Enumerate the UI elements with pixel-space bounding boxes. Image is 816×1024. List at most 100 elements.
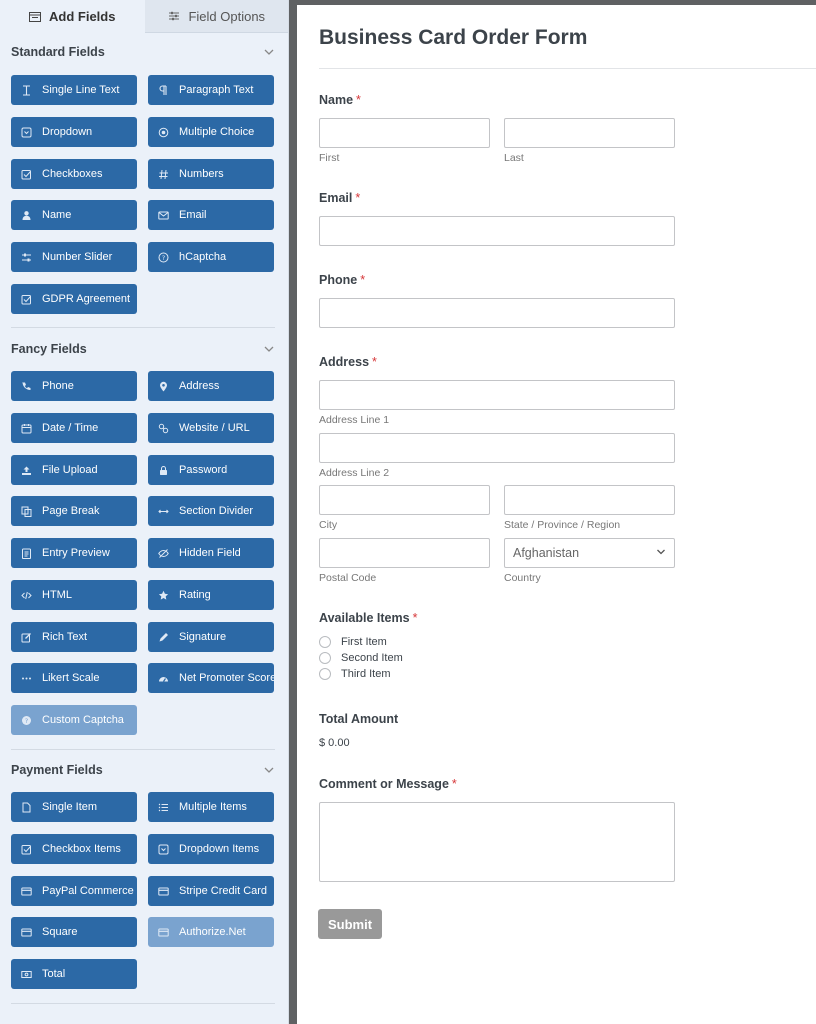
country-select[interactable]: Afghanistan (504, 538, 675, 568)
field-button-label: Multiple Items (179, 801, 247, 813)
field-button-custom-captcha[interactable]: ? Custom Captcha (11, 705, 137, 735)
field-button-multiple-choice[interactable]: Multiple Choice (148, 117, 274, 147)
field-button-label: Stripe Credit Card (179, 885, 268, 897)
hash-icon (158, 169, 169, 180)
question-circle-icon: ? (21, 715, 32, 726)
field-button-single-line-text[interactable]: Single Line Text (11, 75, 137, 105)
email-input[interactable] (319, 216, 675, 246)
field-button-paypal-commerce[interactable]: PayPal Commerce (11, 876, 137, 906)
country-selected-value: Afghanistan (513, 546, 580, 560)
tab-field-options[interactable]: Field Options (144, 0, 288, 33)
field-button-label: Hidden Field (179, 547, 241, 559)
checkbox-icon (21, 844, 32, 855)
list-icon (158, 802, 169, 813)
field-button-stripe-credit-card[interactable]: Stripe Credit Card (148, 876, 274, 906)
radio-button[interactable] (319, 636, 331, 648)
field-button-phone[interactable]: Phone (11, 371, 137, 401)
field-button-entry-preview[interactable]: Entry Preview (11, 538, 137, 568)
edit-icon (21, 632, 32, 643)
field-button-signature[interactable]: Signature (148, 622, 274, 652)
address-line2-input[interactable] (319, 433, 675, 463)
field-button-numbers[interactable]: Numbers (148, 159, 274, 189)
field-button-authorize-net[interactable]: Authorize.Net (148, 917, 274, 947)
required-marker: * (355, 191, 361, 205)
first-name-input[interactable] (319, 118, 490, 148)
radio-button[interactable] (319, 652, 331, 664)
field-button-gdpr-agreement[interactable]: GDPR Agreement (11, 284, 137, 314)
last-name-sublabel: Last (504, 152, 524, 164)
field-button-hidden-field[interactable]: Hidden Field (148, 538, 274, 568)
address-line1-sublabel: Address Line 1 (319, 414, 390, 426)
chevron-down-icon (656, 546, 666, 560)
field-button-html[interactable]: HTML (11, 580, 137, 610)
section-title: Standard Fields (11, 45, 105, 59)
field-button-square[interactable]: Square (11, 917, 137, 947)
field-button-address[interactable]: Address (148, 371, 274, 401)
radio-option-second[interactable]: Second Item (319, 652, 403, 664)
gauge-icon (158, 673, 169, 684)
chevron-down-icon (263, 46, 275, 58)
available-items-label: Available Items * (319, 611, 417, 625)
field-button-date-time[interactable]: Date / Time (11, 413, 137, 443)
comment-textarea[interactable] (319, 802, 675, 882)
field-button-label: Number Slider (42, 251, 113, 263)
field-button-single-item[interactable]: Single Item (11, 792, 137, 822)
field-button-file-upload[interactable]: File Upload (11, 455, 137, 485)
lock-icon (158, 465, 169, 476)
submit-button[interactable]: Submit (318, 909, 382, 939)
radio-button[interactable] (319, 668, 331, 680)
envelope-icon (158, 210, 169, 221)
field-button-label: Website / URL (179, 422, 250, 434)
field-button-total[interactable]: Total (11, 959, 137, 989)
first-name-sublabel: First (319, 152, 340, 164)
field-button-label: Page Break (42, 505, 100, 517)
field-button-multiple-items[interactable]: Multiple Items (148, 792, 274, 822)
field-button-net-promoter-score[interactable]: Net Promoter Score (148, 663, 274, 693)
address-line1-input[interactable] (319, 380, 675, 410)
title-divider (319, 68, 816, 69)
section-header-payment[interactable]: Payment Fields (11, 760, 275, 780)
field-button-email[interactable]: Email (148, 200, 274, 230)
panel-tabs: Add Fields Field Options (0, 0, 288, 33)
radio-option-third[interactable]: Third Item (319, 668, 391, 680)
state-input[interactable] (504, 485, 675, 515)
field-button-dropdown-items[interactable]: Dropdown Items (148, 834, 274, 864)
city-input[interactable] (319, 485, 490, 515)
tab-add-fields[interactable]: Add Fields (0, 0, 145, 33)
field-button-label: HTML (42, 589, 72, 601)
field-button-name[interactable]: Name (11, 200, 137, 230)
phone-input[interactable] (319, 298, 675, 328)
field-button-label: Total (42, 968, 66, 980)
field-button-rich-text[interactable]: Rich Text (11, 622, 137, 652)
field-button-label: Authorize.Net (179, 926, 246, 938)
dropdown-icon (158, 844, 169, 855)
field-button-number-slider[interactable]: Number Slider (11, 242, 137, 272)
radio-label: Third Item (341, 668, 391, 680)
field-button-website-url[interactable]: Website / URL (148, 413, 274, 443)
field-button-hcaptcha[interactable]: ? hCaptcha (148, 242, 274, 272)
field-button-checkboxes[interactable]: Checkboxes (11, 159, 137, 189)
field-button-label: Multiple Choice (179, 126, 255, 138)
field-button-page-break[interactable]: Page Break (11, 496, 137, 526)
field-button-label: Email (179, 209, 207, 221)
section-divider (11, 1003, 275, 1004)
last-name-input[interactable] (504, 118, 675, 148)
required-marker: * (356, 93, 361, 107)
postal-code-sublabel: Postal Code (319, 572, 377, 584)
field-button-password[interactable]: Password (148, 455, 274, 485)
radio-option-first[interactable]: First Item (319, 636, 387, 648)
field-button-label: Single Item (42, 801, 98, 813)
section-header-standard[interactable]: Standard Fields (11, 42, 275, 62)
field-button-label: GDPR Agreement (42, 293, 131, 305)
section-title: Payment Fields (11, 763, 103, 777)
field-button-rating[interactable]: Rating (148, 580, 274, 610)
field-button-section-divider[interactable]: Section Divider (148, 496, 274, 526)
postal-code-input[interactable] (319, 538, 490, 568)
section-header-fancy[interactable]: Fancy Fields (11, 339, 275, 359)
field-button-checkbox-items[interactable]: Checkbox Items (11, 834, 137, 864)
section-divider (11, 749, 275, 750)
field-button-dropdown[interactable]: Dropdown (11, 117, 137, 147)
field-button-label: Dropdown (42, 126, 93, 138)
field-button-likert-scale[interactable]: Likert Scale (11, 663, 137, 693)
field-button-paragraph-text[interactable]: Paragraph Text (148, 75, 274, 105)
